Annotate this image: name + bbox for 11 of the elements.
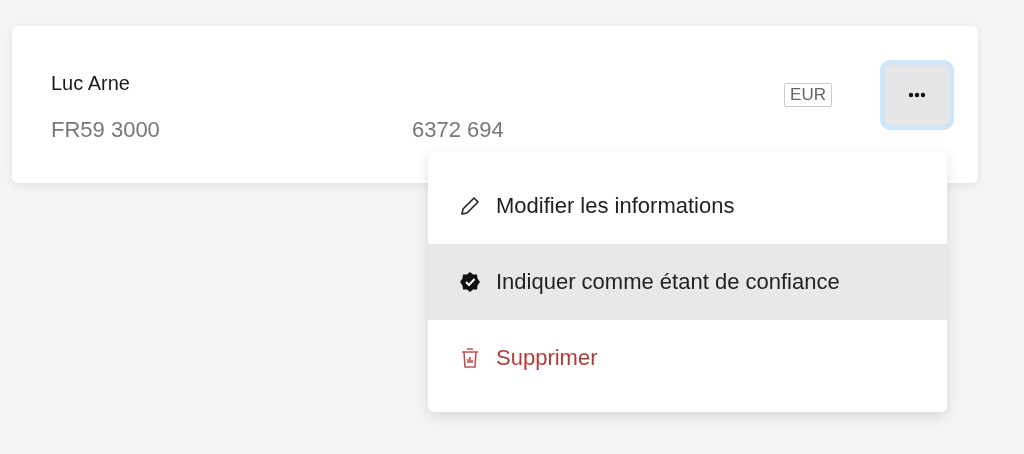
- menu-item[interactable]: Modifier les informations: [428, 168, 947, 244]
- iban-text: FR59 3000: [51, 117, 161, 143]
- verified-badge-icon: [458, 270, 482, 294]
- menu-item[interactable]: Supprimer: [428, 320, 947, 396]
- more-icon: [908, 91, 926, 98]
- more-button[interactable]: [880, 59, 954, 130]
- iban-text: 6372 694: [412, 117, 504, 143]
- account-name: Luc Arne: [51, 72, 131, 95]
- menu-item[interactable]: Indiquer comme étant de confiance: [428, 244, 947, 320]
- pencil-icon: [458, 194, 482, 218]
- currency-badge: EUR: [784, 82, 832, 107]
